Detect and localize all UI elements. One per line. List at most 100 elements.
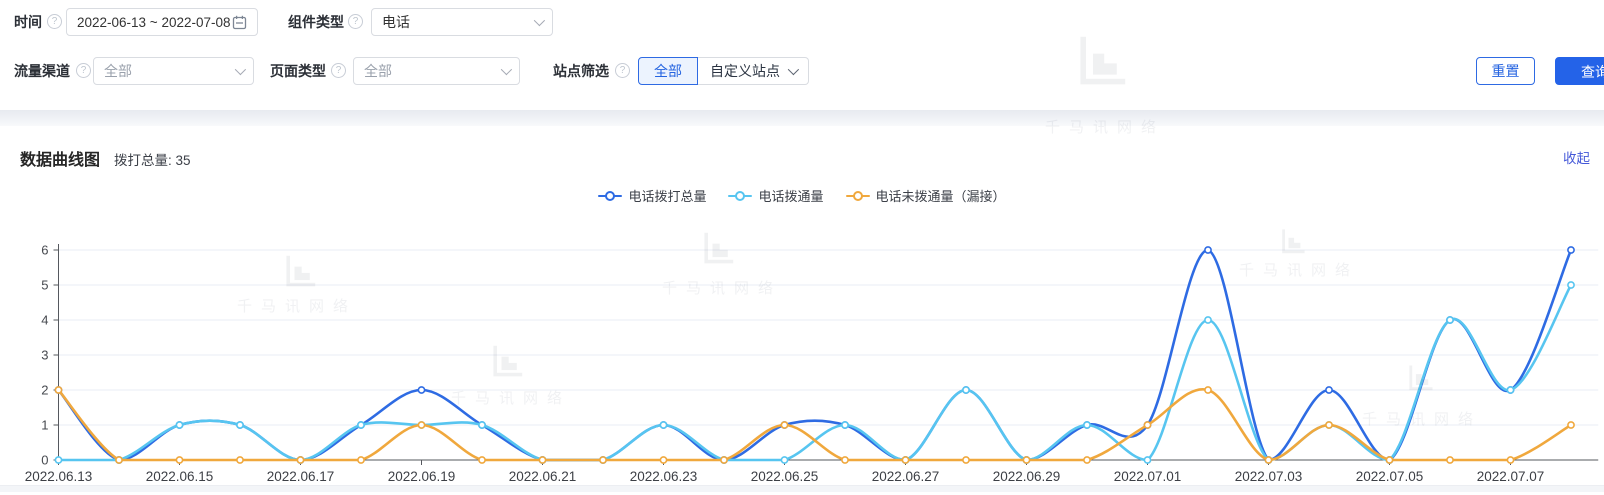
data-point-marker bbox=[1326, 387, 1332, 393]
data-point-marker bbox=[781, 457, 787, 463]
data-point-marker bbox=[176, 422, 182, 428]
data-point-marker bbox=[1205, 247, 1211, 253]
y-tick-label: 0 bbox=[41, 453, 48, 468]
watermark-logo-icon bbox=[1405, 364, 1434, 393]
traffic-channel-label: 流量渠道 bbox=[14, 57, 70, 85]
site-filter-segmented: 全部 自定义站点 bbox=[638, 57, 809, 85]
data-point-marker bbox=[539, 457, 545, 463]
data-point-marker bbox=[1205, 317, 1211, 323]
date-range-input[interactable]: 2022-06-13 ~ 2022-07-08 bbox=[66, 8, 258, 36]
data-point-marker bbox=[358, 457, 364, 463]
watermark-logo-icon bbox=[281, 254, 317, 290]
page-type-value: 全部 bbox=[364, 61, 493, 81]
site-custom-button[interactable]: 自定义站点 bbox=[698, 57, 809, 85]
watermark-text: 千马讯网络 bbox=[237, 295, 357, 316]
next-panel-edge bbox=[0, 485, 1604, 492]
line-chart-canvas[interactable]: 01234562022.06.132022.06.152022.06.17202… bbox=[0, 230, 1604, 492]
x-tick-label: 2022.07.05 bbox=[1356, 469, 1424, 484]
watermark-logo-icon bbox=[1278, 228, 1306, 256]
page-type-select[interactable]: 全部 bbox=[353, 57, 520, 85]
x-tick-label: 2022.07.03 bbox=[1235, 469, 1303, 484]
x-tick-label: 2022.06.23 bbox=[630, 469, 698, 484]
x-tick-label: 2022.07.01 bbox=[1114, 469, 1182, 484]
y-tick-label: 1 bbox=[41, 418, 48, 433]
x-tick-label: 2022.06.15 bbox=[146, 469, 214, 484]
watermark-text: 千马讯网络 bbox=[1362, 408, 1482, 429]
legend-line-marker-icon bbox=[598, 191, 622, 201]
component-type-select[interactable]: 电话 bbox=[371, 8, 553, 36]
traffic-channel-value: 全部 bbox=[104, 61, 227, 81]
data-point-marker bbox=[660, 457, 666, 463]
x-tick-label: 2022.06.21 bbox=[509, 469, 577, 484]
call-total-stat: 拨打总量: 35 bbox=[114, 149, 191, 169]
data-point-marker bbox=[1023, 457, 1029, 463]
legend-label: 电话拨打总量 bbox=[628, 186, 706, 205]
legend-label: 电话未拨通量（漏接） bbox=[876, 186, 1006, 205]
data-point-marker bbox=[963, 457, 969, 463]
x-tick-label: 2022.06.27 bbox=[872, 469, 940, 484]
data-point-marker bbox=[55, 387, 61, 393]
time-help-icon[interactable]: ? bbox=[47, 14, 62, 29]
x-tick-label: 2022.06.25 bbox=[751, 469, 819, 484]
line-chart-svg: 01234562022.06.132022.06.152022.06.17202… bbox=[0, 230, 1604, 492]
x-tick-label: 2022.06.13 bbox=[25, 469, 93, 484]
chevron-down-icon bbox=[534, 15, 545, 26]
y-tick-label: 3 bbox=[41, 348, 48, 363]
component-type-help-icon[interactable]: ? bbox=[348, 14, 363, 29]
page-type-help-icon[interactable]: ? bbox=[331, 63, 346, 78]
watermark-logo-icon bbox=[699, 231, 735, 267]
data-point-marker bbox=[418, 422, 424, 428]
data-point-marker bbox=[297, 457, 303, 463]
data-point-marker bbox=[1568, 422, 1574, 428]
y-tick-label: 4 bbox=[41, 313, 48, 328]
data-point-marker bbox=[781, 422, 787, 428]
data-point-marker bbox=[418, 387, 424, 393]
component-type-value: 电话 bbox=[382, 12, 526, 32]
section-divider bbox=[0, 110, 1604, 126]
data-point-marker bbox=[963, 387, 969, 393]
traffic-channel-select[interactable]: 全部 bbox=[93, 57, 254, 85]
data-point-marker bbox=[842, 457, 848, 463]
watermark-text: 千马讯网络 bbox=[1239, 259, 1359, 280]
component-type-label: 组件类型 bbox=[288, 8, 344, 36]
legend-line-marker-icon bbox=[728, 191, 752, 201]
x-tick-label: 2022.06.17 bbox=[267, 469, 335, 484]
legend-label: 电话拨通量 bbox=[758, 186, 823, 205]
dashboard-page: { "filters": { "help_glyph": "?", "time"… bbox=[0, 0, 1604, 492]
collapse-link[interactable]: 收起 bbox=[1563, 147, 1590, 167]
x-tick-label: 2022.06.19 bbox=[388, 469, 456, 484]
legend-item-1[interactable]: 电话拨通量 bbox=[728, 186, 823, 205]
chevron-down-icon bbox=[788, 64, 799, 75]
chevron-down-icon bbox=[235, 64, 246, 75]
data-point-marker bbox=[237, 457, 243, 463]
chart-legend: 电话拨打总量 电话拨通量 电话未拨通量（漏接） bbox=[0, 186, 1604, 205]
date-range-value: 2022-06-13 ~ 2022-07-08 bbox=[77, 15, 232, 30]
y-tick-label: 6 bbox=[41, 243, 48, 258]
traffic-channel-help-icon[interactable]: ? bbox=[76, 63, 91, 78]
data-point-marker bbox=[55, 457, 61, 463]
data-point-marker bbox=[1144, 457, 1150, 463]
data-point-marker bbox=[902, 457, 908, 463]
site-filter-help-icon[interactable]: ? bbox=[615, 63, 630, 78]
legend-item-2[interactable]: 电话未拨通量（漏接） bbox=[846, 186, 1006, 205]
data-point-marker bbox=[1084, 457, 1090, 463]
page-type-label: 页面类型 bbox=[270, 57, 326, 85]
query-button[interactable]: 查询 bbox=[1555, 57, 1604, 85]
data-point-marker bbox=[116, 457, 122, 463]
data-point-marker bbox=[1084, 422, 1090, 428]
data-point-marker bbox=[1507, 457, 1513, 463]
x-tick-label: 2022.07.07 bbox=[1477, 469, 1545, 484]
site-all-button[interactable]: 全部 bbox=[638, 57, 698, 85]
data-point-marker bbox=[1568, 282, 1574, 288]
watermark-text: 千马讯网络 bbox=[662, 277, 782, 298]
watermark-logo-icon bbox=[1072, 34, 1128, 90]
legend-line-marker-icon bbox=[846, 191, 870, 201]
data-point-marker bbox=[600, 457, 606, 463]
data-point-marker bbox=[1507, 387, 1513, 393]
time-filter-label: 时间 bbox=[14, 8, 42, 36]
reset-button[interactable]: 重置 bbox=[1476, 57, 1535, 85]
legend-item-0[interactable]: 电话拨打总量 bbox=[598, 186, 706, 205]
site-custom-label: 自定义站点 bbox=[710, 61, 780, 81]
data-point-marker bbox=[1265, 457, 1271, 463]
watermark-text: 千马讯网络 bbox=[1045, 116, 1165, 137]
